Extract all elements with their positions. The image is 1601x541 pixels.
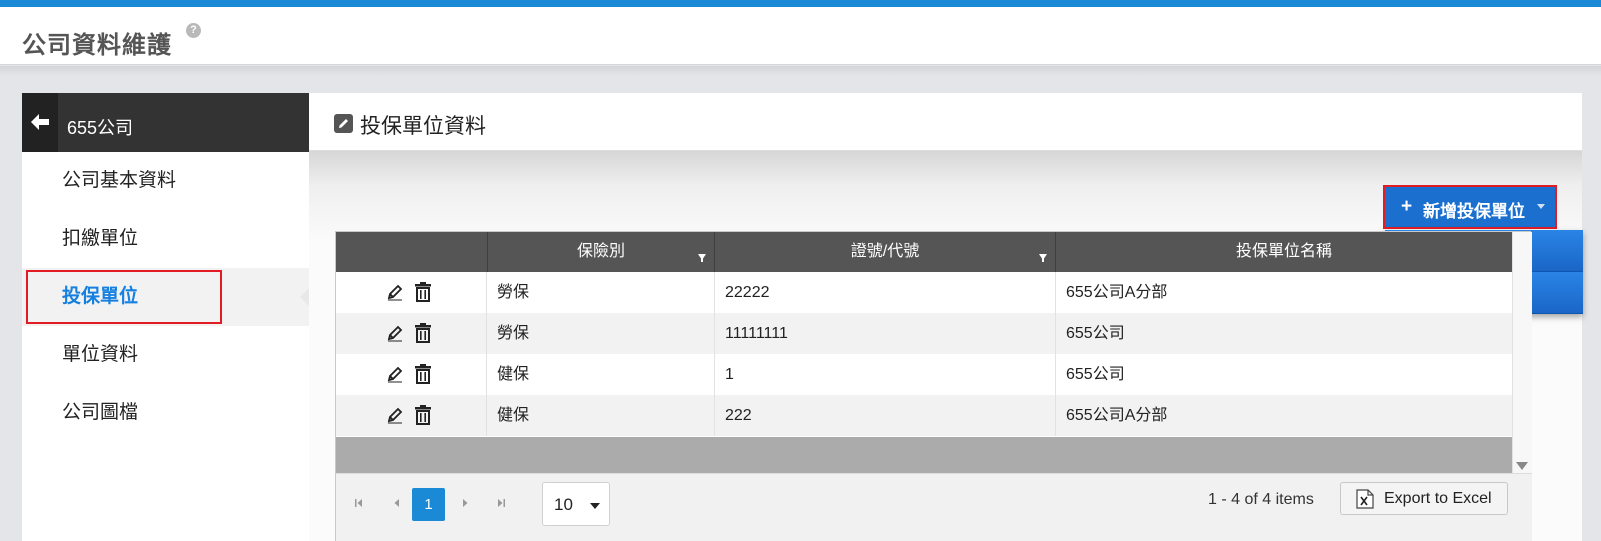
- pencil-icon[interactable]: [386, 324, 404, 342]
- table-row: 勞保 11111111 655公司: [336, 313, 1512, 354]
- row-actions: [336, 395, 487, 436]
- pencil-icon[interactable]: [386, 365, 404, 383]
- company-name: 655公司: [67, 118, 134, 138]
- export-excel-button[interactable]: Export to Excel: [1340, 482, 1508, 515]
- first-page-icon[interactable]: [352, 496, 366, 510]
- insurance-unit-grid: 保險別 證號/代號 投保單位名稱 勞保 22222 655公司A分部 勞保 11…: [335, 231, 1532, 541]
- sidebar-item-insurance-unit[interactable]: 投保單位: [22, 268, 309, 326]
- sidebar-item-company-images[interactable]: 公司圖檔: [22, 384, 309, 442]
- vertical-scrollbar[interactable]: [1512, 232, 1532, 473]
- trash-icon[interactable]: [414, 405, 432, 425]
- grid-header: 保險別 證號/代號 投保單位名稱: [336, 232, 1512, 272]
- trash-icon[interactable]: [414, 282, 432, 302]
- cell-unit-name: 655公司: [1066, 366, 1125, 383]
- row-actions: [336, 313, 487, 354]
- column-header-unit-name[interactable]: 投保單位名稱: [1056, 232, 1512, 272]
- cell-unit-name: 655公司: [1066, 325, 1125, 342]
- cell-insurance-type: 勞保: [487, 272, 715, 313]
- grid-empty-area: [336, 437, 1512, 473]
- caret-down-icon: [1537, 204, 1545, 209]
- prev-page-icon[interactable]: [390, 496, 404, 510]
- current-page-button[interactable]: 1: [412, 488, 445, 521]
- table-row: 勞保 22222 655公司A分部: [336, 272, 1512, 313]
- cell-unit-name: 655公司A分部: [1066, 407, 1168, 424]
- page-header: 公司資料維護 ?: [0, 7, 1601, 65]
- last-page-icon[interactable]: [494, 496, 508, 510]
- sidebar: 655公司 公司基本資料 扣繳單位 投保單位 單位資料 公司圖檔: [22, 93, 309, 541]
- sidebar-item-company-basic[interactable]: 公司基本資料: [22, 152, 309, 210]
- main-header: 投保單位資料: [309, 93, 1582, 151]
- trash-icon[interactable]: [414, 323, 432, 343]
- filter-icon[interactable]: [698, 254, 706, 262]
- sidebar-item-label: 公司圖檔: [62, 402, 139, 423]
- cell-insurance-type: 勞保: [487, 313, 715, 354]
- column-header-actions: [336, 232, 488, 272]
- column-header-label: 證號/代號: [850, 243, 920, 260]
- help-icon[interactable]: ?: [186, 23, 201, 38]
- header-shadow: [0, 66, 1601, 76]
- pager: 1 10 1 - 4 of 4 items Export to Excel: [336, 473, 1532, 541]
- column-header-label: 保險別: [576, 243, 625, 260]
- export-label: Export to Excel: [1384, 490, 1492, 507]
- next-page-icon[interactable]: [458, 496, 472, 510]
- cell-code: 222: [715, 395, 1056, 436]
- excel-icon: [1356, 489, 1374, 509]
- cell-insurance-type: 健保: [487, 395, 715, 436]
- pencil-icon[interactable]: [386, 406, 404, 424]
- highlight-frame: [26, 270, 222, 324]
- row-actions: [336, 354, 487, 395]
- back-button[interactable]: [22, 93, 58, 152]
- trash-icon[interactable]: [414, 364, 432, 384]
- chevron-down-icon: [590, 503, 600, 509]
- page-size-value: 10: [554, 495, 573, 514]
- plus-icon: +: [1401, 196, 1413, 217]
- column-header-label: 投保單位名稱: [1235, 243, 1332, 260]
- cell-unit-name: 655公司A分部: [1066, 284, 1168, 301]
- section-title: 投保單位資料: [360, 115, 486, 138]
- main-body: + 新增投保單位 健保投保單位 勞保投保單位 保險別 證號/代號 投保單位名稱: [309, 151, 1583, 541]
- add-insurance-unit-button[interactable]: + 新增投保單位: [1385, 187, 1555, 227]
- active-pointer: [300, 288, 309, 306]
- pager-info: 1 - 4 of 4 items: [1208, 491, 1314, 508]
- page-title: 公司資料維護: [22, 32, 172, 59]
- sidebar-item-label: 單位資料: [62, 344, 139, 365]
- pencil-icon[interactable]: [386, 283, 404, 301]
- cell-code: 22222: [715, 272, 1056, 313]
- main-panel: 投保單位資料 + 新增投保單位 健保投保單位 勞保投保單位 保險別 證號/代號: [309, 93, 1583, 541]
- arrow-left-icon: [31, 114, 49, 130]
- cell-code: 11111111: [715, 313, 1056, 354]
- scroll-down-icon[interactable]: [1516, 462, 1528, 470]
- add-button-label: 新增投保單位: [1423, 202, 1525, 221]
- top-accent-bar: [0, 0, 1601, 7]
- sidebar-item-withholding-unit[interactable]: 扣繳單位: [22, 210, 309, 268]
- table-row: 健保 1 655公司: [336, 354, 1512, 395]
- sidebar-item-label: 公司基本資料: [62, 170, 177, 191]
- column-header-code[interactable]: 證號/代號: [715, 232, 1056, 272]
- row-actions: [336, 272, 487, 313]
- column-header-insurance-type[interactable]: 保險別: [488, 232, 715, 272]
- table-row: 健保 222 655公司A分部: [336, 395, 1512, 436]
- page-size-select[interactable]: 10: [542, 482, 610, 526]
- cell-code: 1: [715, 354, 1056, 395]
- cell-insurance-type: 健保: [487, 354, 715, 395]
- sidebar-header: 655公司: [22, 93, 309, 152]
- filter-icon[interactable]: [1039, 254, 1047, 262]
- sidebar-item-label: 扣繳單位: [62, 228, 139, 249]
- edit-icon: [334, 114, 353, 133]
- sidebar-item-unit-data[interactable]: 單位資料: [22, 326, 309, 384]
